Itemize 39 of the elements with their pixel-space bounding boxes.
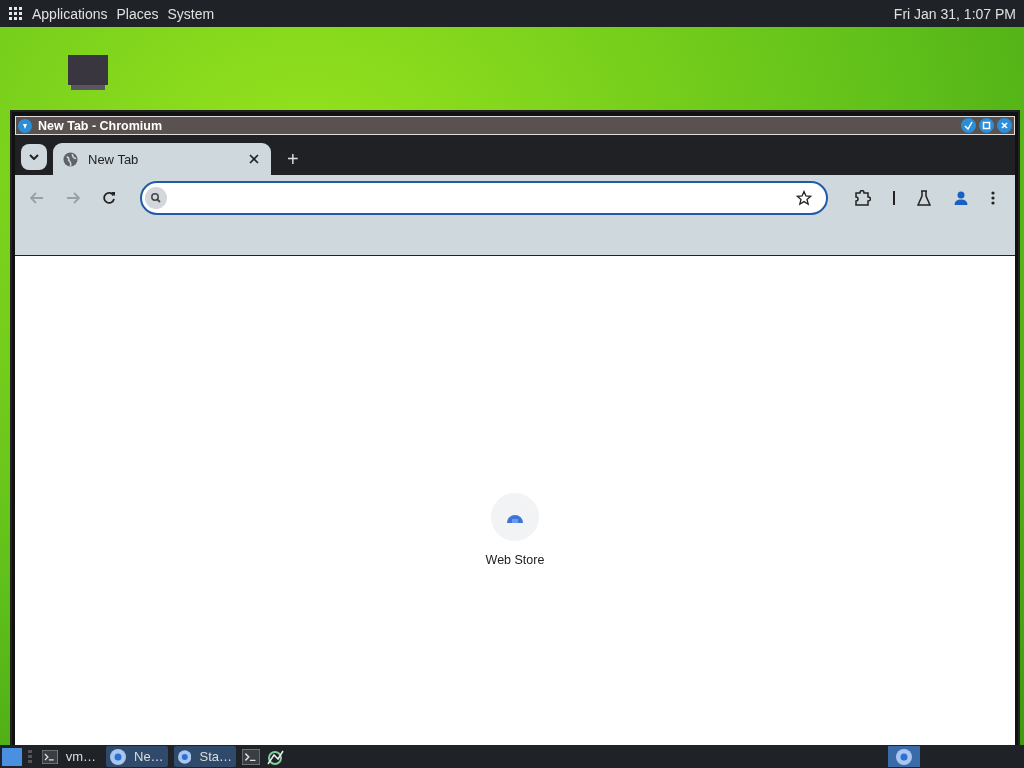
handle-icon bbox=[28, 749, 32, 764]
new-tab-button[interactable]: + bbox=[283, 148, 303, 170]
star-icon[interactable] bbox=[796, 190, 812, 206]
tab-search-button[interactable] bbox=[21, 144, 47, 170]
chevron-down-icon bbox=[29, 154, 39, 160]
close-icon[interactable] bbox=[997, 118, 1012, 133]
panel-menu[interactable]: Applications bbox=[32, 5, 108, 22]
show-desktop-icon[interactable] bbox=[2, 747, 22, 766]
chart-app-icon[interactable] bbox=[266, 748, 284, 765]
chromium-icon bbox=[896, 748, 912, 765]
chromium-icon bbox=[110, 748, 126, 765]
panel-menu[interactable]: System bbox=[167, 5, 215, 22]
chromium-icon bbox=[18, 118, 32, 133]
flask-icon[interactable] bbox=[917, 190, 931, 206]
shortcut-label[interactable]: Web Store bbox=[485, 553, 545, 567]
taskbar-button[interactable]: vm… bbox=[38, 746, 100, 767]
shortcut-tile[interactable] bbox=[491, 493, 539, 541]
clock[interactable]: Fri Jan 31, 1:07 PM bbox=[893, 5, 1016, 22]
puzzle-icon[interactable] bbox=[854, 190, 871, 206]
search-icon bbox=[145, 187, 167, 209]
panel-menu[interactable]: Places bbox=[116, 5, 159, 22]
taskbar-button[interactable]: Sta… bbox=[174, 746, 236, 767]
chromium-icon bbox=[178, 748, 192, 765]
reload-icon[interactable] bbox=[102, 191, 116, 205]
taskbar-button[interactable]: Ne… bbox=[106, 746, 168, 767]
terminal-icon[interactable] bbox=[242, 748, 260, 765]
globe-icon bbox=[63, 151, 78, 167]
more-icon[interactable] bbox=[991, 191, 995, 205]
maximize-icon[interactable] bbox=[979, 118, 994, 133]
browser-tab[interactable]: New Tab bbox=[53, 143, 271, 175]
app-grid-icon[interactable] bbox=[9, 6, 23, 21]
address-bar[interactable] bbox=[140, 181, 828, 215]
tray-window-button[interactable] bbox=[888, 746, 920, 767]
profile-icon[interactable] bbox=[953, 190, 969, 206]
window-title: New Tab - Chromium bbox=[38, 118, 163, 133]
computer-icon[interactable] bbox=[68, 55, 108, 91]
close-tab-icon[interactable] bbox=[249, 154, 259, 164]
divider-icon bbox=[893, 191, 895, 205]
terminal-icon bbox=[42, 749, 58, 764]
